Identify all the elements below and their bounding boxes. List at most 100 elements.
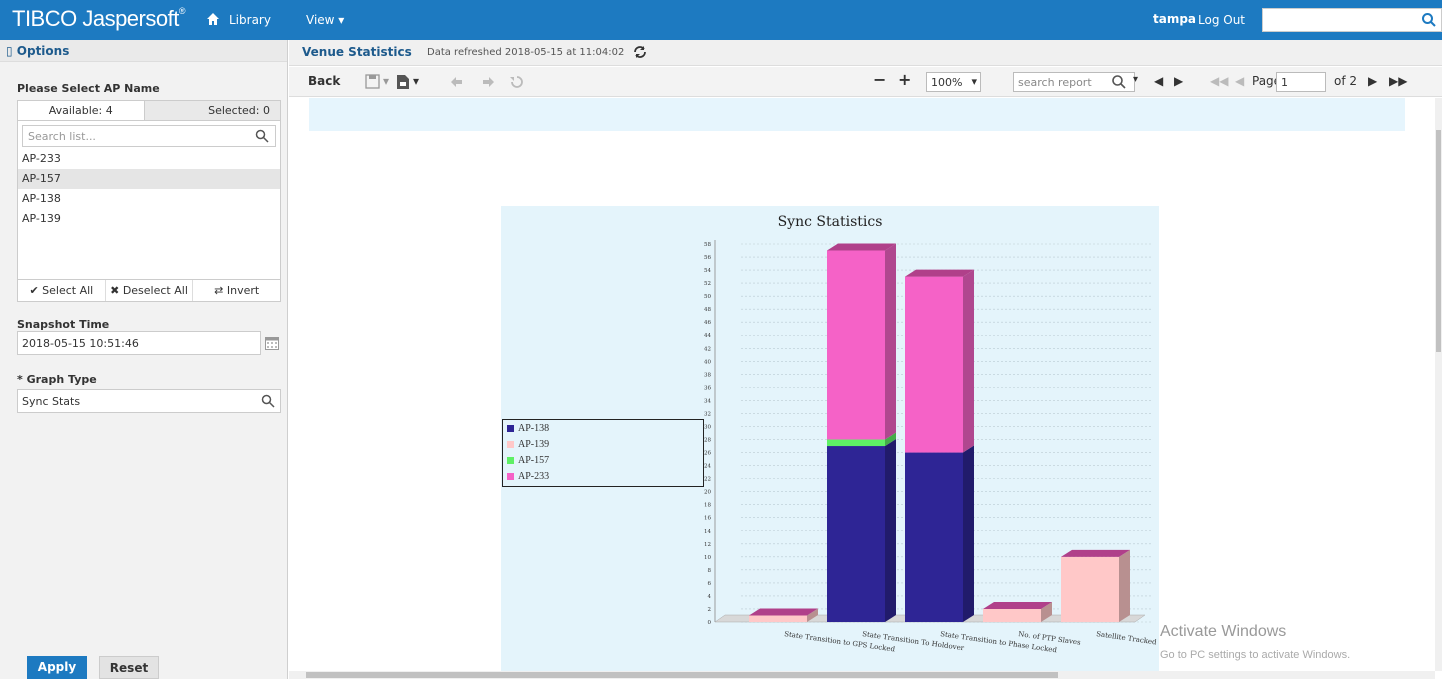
reset-view-icon[interactable] [509,74,525,90]
list-item[interactable]: AP-233 [18,149,280,169]
export-dropdown-icon[interactable]: ▾ [413,74,419,88]
undo-icon[interactable] [450,74,466,90]
refresh-icon[interactable] [633,45,647,59]
chart-title: Sync Statistics [777,214,883,230]
first-page-icon[interactable]: ◀◀ [1210,74,1228,88]
user-name: tampa [1153,12,1197,26]
legend-swatch [507,472,514,480]
y-tick-label: 36 [704,385,711,391]
x-tick-label: Satellite Tracked [1096,630,1158,646]
report-viewport: 0 2 4 6 8 10 12 14 16 18 20 22 24 26 28 30 32 34 36 38 40 42 4… [289,98,1435,671]
vertical-scroll-thumb[interactable] [1436,130,1441,352]
search-options-icon[interactable]: ▾ [1133,74,1138,85]
global-search-input[interactable] [1262,8,1442,32]
bar-segment [905,452,963,622]
y-tick-label: 46 [704,320,711,326]
save-icon[interactable] [365,74,381,90]
zoom-out-button[interactable]: − [873,70,886,89]
search-icon[interactable] [1421,12,1437,28]
legend-item: AP-139 [503,436,703,452]
top-navbar: TIBCO Jaspersoft® Library View ▾ tampa L… [0,0,1442,40]
y-tick-label: 52 [704,281,711,287]
ap-tabs: Available: 4 Selected: 0 [18,101,280,121]
legend-item: AP-157 [503,452,703,468]
library-link[interactable]: Library [229,13,271,27]
y-tick-label: 42 [704,346,711,352]
options-panel: ▯ Options Please Select AP Name Availabl… [0,40,288,679]
save-dropdown-icon[interactable]: ▾ [383,74,389,88]
invert-label: Invert [226,284,260,297]
deselect-all-button[interactable]: ✖ Deselect All [106,280,194,301]
calendar-icon[interactable] [265,337,279,350]
page-count: of 2 [1334,74,1358,88]
select-all-button[interactable]: ✔ Select All [18,280,106,301]
next-page-icon[interactable]: ▶ [1368,74,1377,88]
legend-label: AP-138 [518,422,550,434]
reset-button[interactable]: Reset [99,656,159,679]
bar-top [827,243,896,251]
report-search-placeholder: search report [1018,76,1092,89]
vertical-scrollbar[interactable] [1435,98,1442,671]
search-prev-icon[interactable]: ◀ [1154,74,1163,88]
list-item[interactable]: AP-139 [18,209,280,229]
search-icon[interactable] [261,394,275,408]
bar-top [749,608,818,616]
y-tick-label: 4 [708,594,712,600]
y-tick-label: 14 [704,529,711,535]
logout-link[interactable]: Log Out [1198,13,1245,27]
y-tick-label: 30 [704,424,711,430]
y-tick-label: 44 [704,333,711,339]
activate-windows-title: Activate Windows [1160,623,1287,640]
home-icon[interactable] [206,12,220,26]
options-title: Options [16,44,70,58]
bar-segment [905,276,963,453]
bar-segment [827,250,885,440]
zoom-select[interactable]: 100% ▾ [926,72,981,92]
legend-item: AP-138 [503,420,703,436]
horizontal-scrollbar[interactable] [289,671,1435,679]
apply-button[interactable]: Apply [27,656,87,679]
ap-search-input[interactable]: Search list... [22,125,276,147]
y-tick-label: 34 [704,398,711,404]
y-tick-label: 10 [704,555,711,561]
options-header[interactable]: ▯ Options [0,40,287,62]
list-item[interactable]: AP-138 [18,189,280,209]
y-tick-label: 32 [704,411,711,417]
graph-type-input[interactable]: Sync Stats [17,389,281,413]
search-icon[interactable] [255,129,269,143]
horizontal-scroll-thumb[interactable] [306,672,1058,678]
prev-page-icon[interactable]: ◀ [1235,74,1244,88]
last-page-icon[interactable]: ▶▶ [1389,74,1407,88]
zoom-in-button[interactable]: + [898,70,911,89]
tab-available[interactable]: Available: 4 [18,101,145,120]
legend-label: AP-233 [518,470,550,482]
redo-icon[interactable] [479,74,495,90]
collapse-icon[interactable]: ▯ [6,44,17,58]
snapshot-time-label: Snapshot Time [17,318,110,331]
invert-button[interactable]: ⇄ Invert [193,280,280,301]
activate-windows-subtitle: Go to PC settings to activate Windows. [1160,649,1351,661]
report-toolbar: Back ▾ ▾ − + 100% ▾ search report ▾ ◀ ▶ ◀… [289,67,1442,97]
bar-segment [983,608,1041,622]
search-icon[interactable] [1111,74,1127,90]
report-header: Venue Statistics Data refreshed 2018-05-… [289,40,1442,66]
bar-segment [827,446,885,622]
list-item[interactable]: AP-157 [18,169,280,189]
y-tick-label: 38 [704,372,711,378]
view-menu[interactable]: View ▾ [306,13,344,27]
page-number-input[interactable]: 1 [1276,72,1326,92]
snapshot-time-input[interactable]: 2018-05-15 10:51:46 [17,331,261,355]
legend-swatch [507,424,514,432]
y-tick-label: 58 [704,242,711,248]
jaspersoft-logo[interactable]: TIBCO Jaspersoft® [12,6,185,32]
back-button[interactable]: Back [308,74,340,88]
search-next-icon[interactable]: ▶ [1174,74,1183,88]
ap-name-label: Please Select AP Name [17,82,160,95]
bar-top [1061,549,1130,557]
y-tick-label: 50 [704,294,711,300]
export-icon[interactable] [395,74,411,90]
bar-segment [827,439,885,447]
data-refreshed-text: Data refreshed 2018-05-15 at 11:04:02 [427,47,625,58]
tab-selected[interactable]: Selected: 0 [144,101,280,120]
sync-statistics-chart: 0 2 4 6 8 10 12 14 16 18 20 22 24 26 28 30 32 34 36 38 40 42 4… [501,206,1159,671]
